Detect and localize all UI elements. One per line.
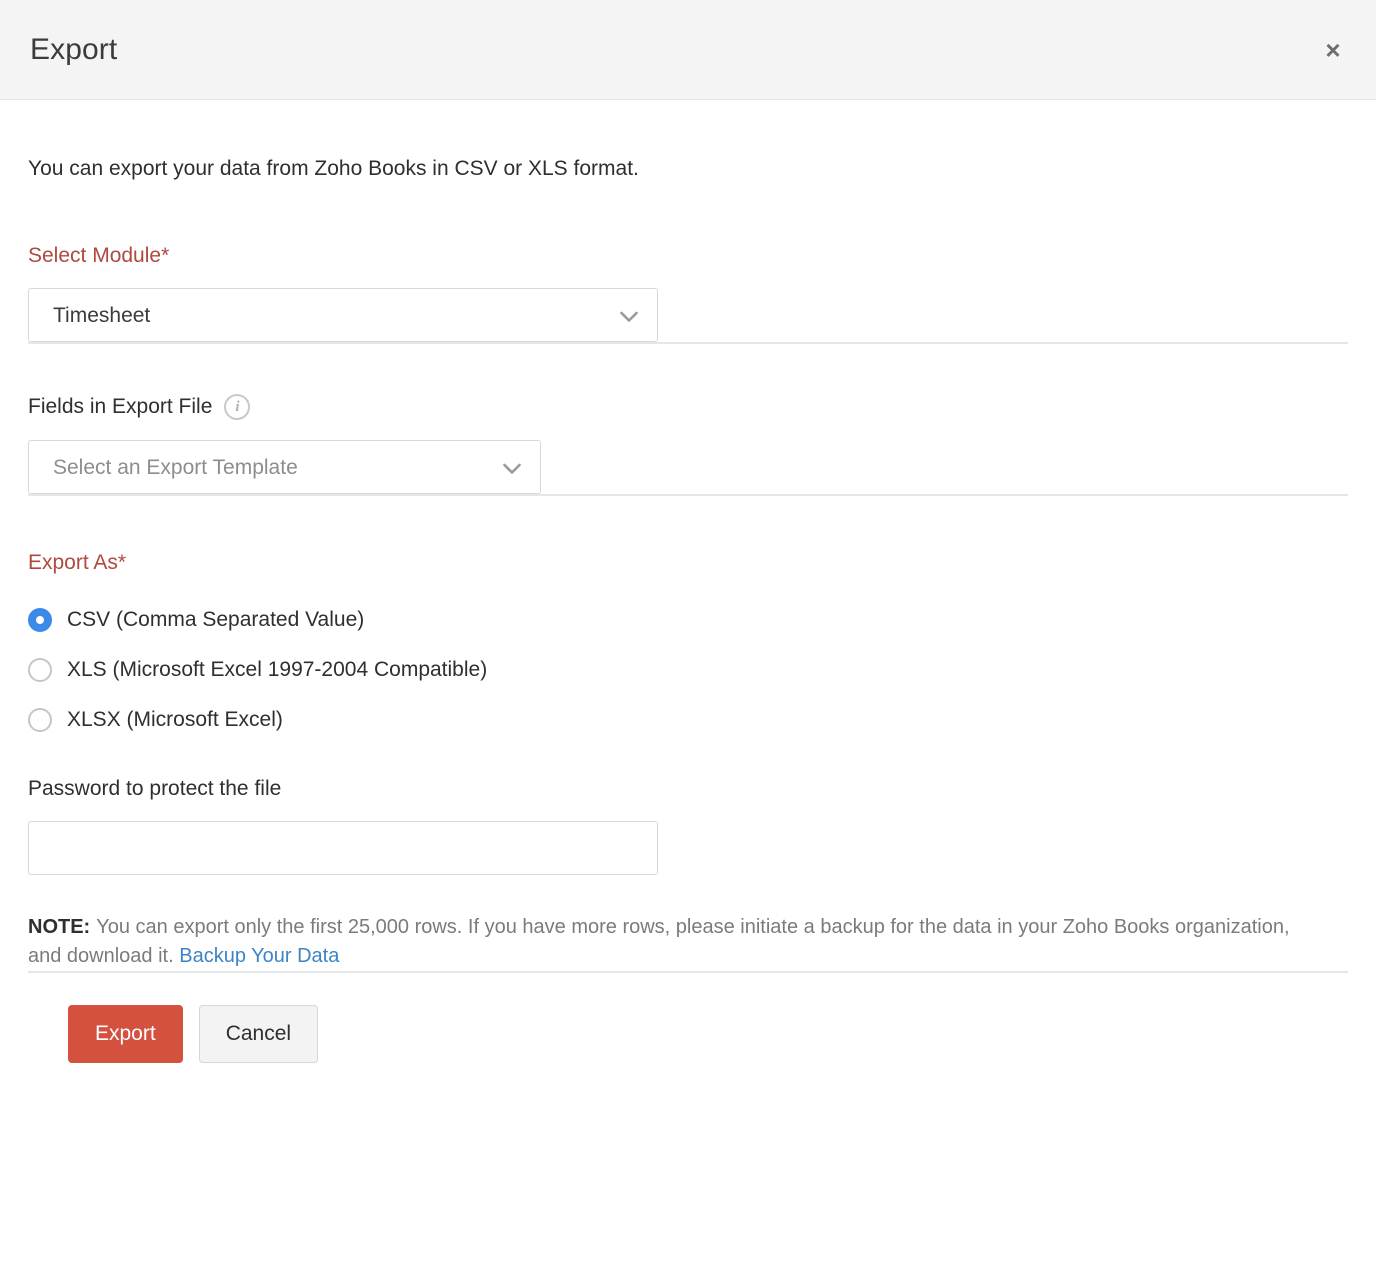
- fields-in-export-file-label: Fields in Export File i: [28, 394, 1348, 421]
- radio-icon[interactable]: [28, 608, 52, 633]
- export-as-label: Export As*: [28, 551, 127, 575]
- divider-module: [28, 342, 1348, 345]
- page-title: Export: [30, 32, 118, 66]
- radio-option-xlsx[interactable]: XLSX (Microsoft Excel): [28, 695, 1348, 745]
- close-icon[interactable]: ×: [1316, 33, 1350, 67]
- select-template-wrap: Select an Export Template: [28, 440, 541, 495]
- radio-icon[interactable]: [28, 658, 52, 683]
- radio-label-xls: XLS (Microsoft Excel 1997-2004 Compatibl…: [67, 658, 488, 682]
- select-module-wrap: Timesheet: [28, 288, 658, 343]
- dialog-footer: Export Cancel: [28, 973, 1348, 1064]
- fields-section: Fields in Export File i Select an Export…: [28, 394, 1348, 495]
- radio-icon[interactable]: [28, 708, 52, 733]
- info-icon[interactable]: i: [224, 394, 251, 421]
- select-module-dropdown[interactable]: Timesheet: [28, 288, 658, 343]
- export-as-section: Export As* CSV (Comma Separated Value) X…: [28, 551, 1348, 745]
- note-text: NOTE: You can export only the first 25,00…: [28, 913, 1328, 971]
- radio-option-xls[interactable]: XLS (Microsoft Excel 1997-2004 Compatibl…: [28, 645, 1348, 695]
- dialog-body: You can export your data from Zoho Books…: [0, 155, 1376, 1064]
- export-as-radio-group: CSV (Comma Separated Value) XLS (Microso…: [28, 595, 1348, 745]
- password-section: Password to protect the file: [28, 777, 1348, 876]
- export-button[interactable]: Export: [68, 1005, 183, 1064]
- divider-fields: [28, 494, 1348, 497]
- export-dialog: Export × You can export your data from Z…: [0, 0, 1376, 1268]
- password-input[interactable]: [28, 821, 658, 876]
- select-module-label: Select Module*: [28, 244, 170, 268]
- select-module-section: Select Module* Timesheet: [28, 244, 1348, 343]
- fields-label-text: Fields in Export File: [28, 395, 213, 419]
- cancel-button[interactable]: Cancel: [198, 1005, 319, 1064]
- dialog-header: Export ×: [0, 0, 1376, 100]
- backup-your-data-link[interactable]: Backup Your Data: [179, 945, 339, 967]
- intro-text: You can export your data from Zoho Books…: [28, 157, 639, 180]
- radio-option-csv[interactable]: CSV (Comma Separated Value): [28, 595, 1348, 645]
- note-label: NOTE:: [28, 916, 91, 939]
- password-label: Password to protect the file: [28, 777, 282, 801]
- radio-label-xlsx: XLSX (Microsoft Excel): [67, 708, 283, 732]
- select-export-template-dropdown[interactable]: Select an Export Template: [28, 440, 541, 495]
- radio-label-csv: CSV (Comma Separated Value): [67, 608, 365, 632]
